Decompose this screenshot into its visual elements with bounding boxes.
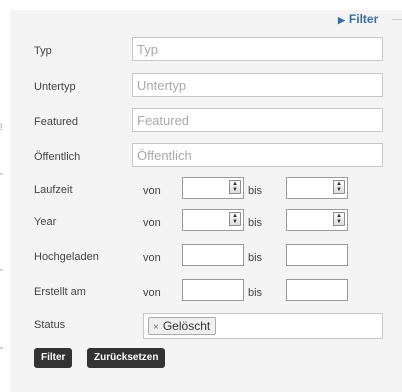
filter-toggle[interactable]: ▶ Filter [338,12,378,26]
clipped-edge-glyph: ˇ [0,268,3,278]
type-label: Typ [34,45,52,57]
runtime-from-label: von [143,185,161,197]
subtype-label: Untertyp [34,81,76,93]
type-input[interactable] [132,37,383,61]
clipped-edge-text: ⁞ [0,122,3,132]
uploaded-from-input[interactable] [182,244,244,266]
year-from-label: von [143,217,161,229]
spinner-arrows-icon[interactable]: ▲ ▼ [229,180,241,194]
reset-button[interactable]: Zurücksetzen [87,348,166,368]
subtype-input[interactable] [132,73,383,97]
uploaded-to-input[interactable] [286,244,348,266]
clipped-edge-glyph: ˇ [0,172,3,182]
remove-x-icon[interactable]: × [153,322,159,333]
created-to-label: bis [248,287,263,299]
filter-legend-label: Filter [348,12,379,26]
status-multiselect[interactable]: × Gelöscht [143,313,383,339]
created-to-input[interactable] [286,279,348,301]
runtime-to-label: bis [248,185,263,197]
clipped-edge-glyph: ˇ [0,346,3,356]
uploaded-label: Hochgeladen [34,251,99,263]
created-from-label: von [143,287,161,299]
fieldset-border [392,19,402,20]
uploaded-from-label: von [143,252,161,264]
featured-input[interactable] [132,108,383,132]
public-input[interactable] [132,143,383,167]
status-chip: × Gelöscht [148,317,217,335]
status-chip-label: Gelöscht [162,319,211,333]
triangle-right-icon: ▶ [338,15,345,25]
created-from-input[interactable] [182,279,244,301]
public-label: Öffentlich [34,151,81,163]
year-label: Year [34,216,57,228]
created-label: Erstellt am [34,286,86,298]
status-label: Status [34,319,66,331]
spinner-arrows-icon[interactable]: ▲ ▼ [229,212,241,226]
year-to-label: bis [248,217,263,229]
filter-button[interactable]: Filter [34,348,73,368]
runtime-label: Laufzeit [34,184,73,196]
spinner-arrows-icon[interactable]: ▲ ▼ [333,212,345,226]
featured-label: Featured [34,116,79,128]
spinner-arrows-icon[interactable]: ▲ ▼ [333,180,345,194]
uploaded-to-label: bis [248,252,263,264]
